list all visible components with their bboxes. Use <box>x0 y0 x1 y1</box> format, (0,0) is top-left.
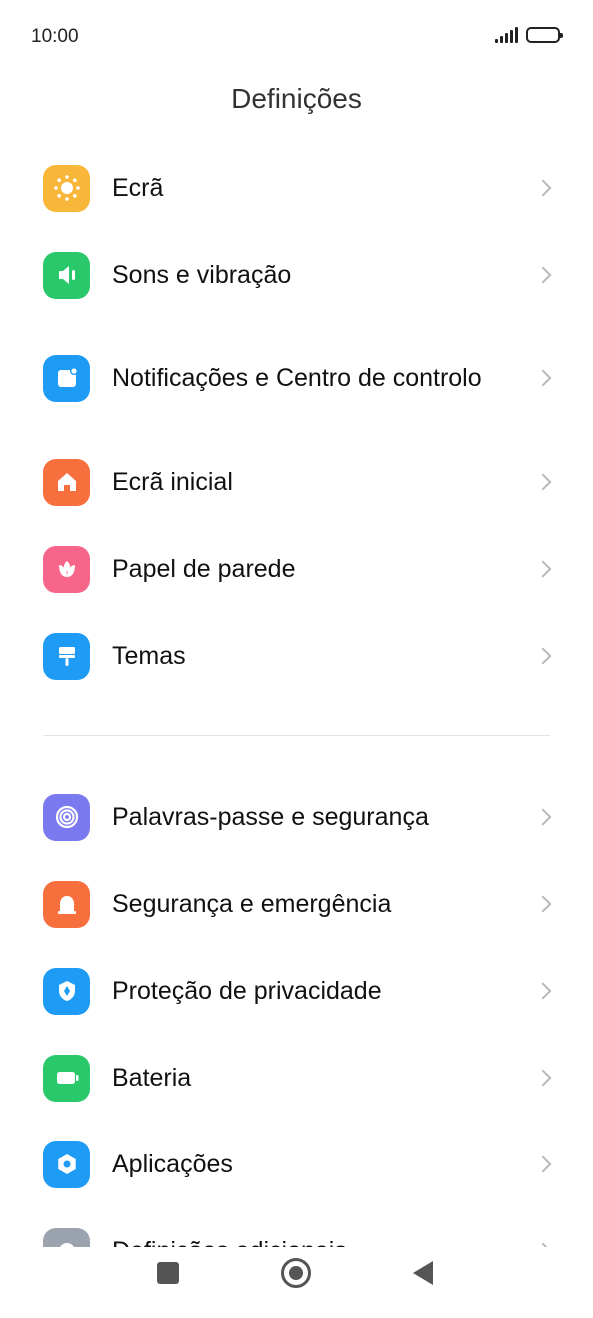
status-icons <box>495 27 563 43</box>
page-title: Definições <box>231 83 362 114</box>
divider <box>43 735 550 736</box>
settings-item-wallpaper[interactable]: Papel de parede <box>0 545 593 593</box>
navigation-bar <box>0 1247 593 1318</box>
notification-icon <box>43 354 90 402</box>
settings-item-label: Ecrã inicial <box>112 467 233 496</box>
chevron-right-icon <box>534 1069 552 1087</box>
chevron-right-icon <box>534 473 552 491</box>
home-icon <box>43 458 90 506</box>
fingerprint-icon <box>43 793 90 841</box>
chevron-right-icon <box>534 1155 552 1173</box>
chevron-right-icon <box>534 895 552 913</box>
signal-icon <box>495 27 518 43</box>
privacy-icon <box>43 967 90 1015</box>
chevron-right-icon <box>534 647 552 665</box>
battery-status-icon <box>526 27 563 43</box>
paintbrush-icon <box>43 632 90 680</box>
settings-item-sound[interactable]: Sons e vibração <box>0 251 593 299</box>
flower-icon <box>43 545 90 593</box>
settings-item-label: Palavras-passe e segurança <box>112 802 429 831</box>
alarm-icon <box>43 880 90 928</box>
chevron-right-icon <box>534 266 552 284</box>
more-settings-icon <box>43 1227 90 1247</box>
home-button[interactable] <box>281 1258 311 1288</box>
battery-icon <box>43 1054 90 1102</box>
settings-item-label: Ecrã <box>112 173 164 202</box>
settings-item-label: Temas <box>112 641 186 670</box>
status-bar: 10:00 <box>0 0 593 74</box>
settings-item-label: Sons e vibração <box>112 260 292 289</box>
settings-item-label: Bateria <box>112 1063 192 1092</box>
chevron-right-icon <box>534 179 552 197</box>
recents-button[interactable] <box>157 1262 179 1284</box>
settings-item-display[interactable]: Ecrã <box>0 164 593 212</box>
settings-item-label: Papel de parede <box>112 554 296 583</box>
speaker-icon <box>43 251 90 299</box>
settings-item-safety-emergency[interactable]: Segurança e emergência <box>0 880 593 928</box>
settings-item-additional[interactable]: Definições adicionais <box>0 1227 593 1247</box>
settings-item-privacy[interactable]: Proteção de privacidade <box>0 967 593 1015</box>
settings-item-apps[interactable]: Aplicações <box>0 1140 593 1188</box>
settings-item-passwords-security[interactable]: Palavras-passe e segurança <box>0 793 593 841</box>
gear-icon <box>43 1140 90 1188</box>
settings-item-label: Segurança e emergência <box>112 889 392 918</box>
chevron-right-icon <box>534 560 552 578</box>
settings-item-battery[interactable]: Bateria <box>0 1054 593 1102</box>
settings-item-themes[interactable]: Temas <box>0 632 593 680</box>
back-button[interactable] <box>413 1261 433 1285</box>
settings-list[interactable]: Ecrã Sons e vibração Notificações e Cent… <box>0 140 593 1247</box>
status-time: 10:00 <box>31 26 79 47</box>
settings-item-label: Aplicações <box>112 1149 233 1178</box>
settings-item-label: Notificações e Centro de controlo <box>112 363 482 392</box>
chevron-right-icon <box>534 808 552 826</box>
settings-item-label: Definições adicionais <box>112 1235 512 1248</box>
chevron-right-icon <box>534 369 552 387</box>
settings-item-label: Proteção de privacidade <box>112 976 382 1005</box>
sun-icon <box>43 164 90 212</box>
settings-item-home-screen[interactable]: Ecrã inicial <box>0 458 593 506</box>
chevron-right-icon <box>534 982 552 1000</box>
settings-item-notifications[interactable]: Notificações e Centro de controlo <box>0 345 593 411</box>
